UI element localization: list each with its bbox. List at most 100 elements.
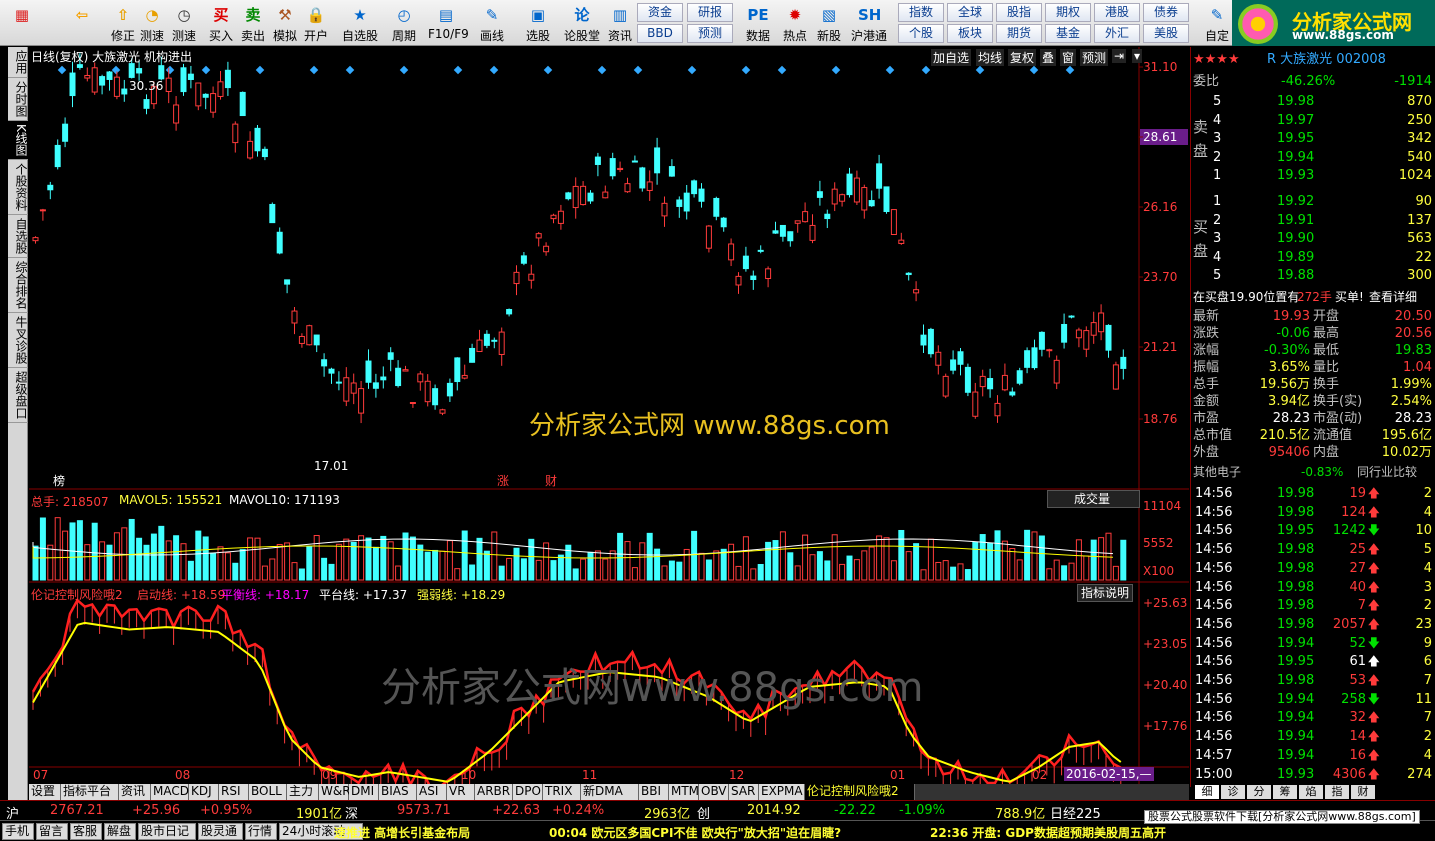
indicator-tab-10[interactable]: BIAS [379,784,417,800]
quote-tab-3[interactable]: 筹 [1273,785,1297,799]
indicator-tab-6[interactable]: BOLL [249,784,287,800]
toolbar-small-button-0[interactable]: 资金 [637,3,683,22]
toolbar-small-button-15[interactable]: 美股 [1143,24,1189,43]
news-button-6[interactable]: 行情 [245,823,277,840]
left-tab-0[interactable]: 应用 [8,47,28,78]
toolbar-button-6[interactable]: 卖卖出 [235,2,271,44]
indicator-tab-21[interactable]: EXPMA [759,784,805,800]
indicator-tab-2[interactable]: 资讯 [119,784,151,800]
toolbar-button-8[interactable]: 🔒 开户 [298,2,334,44]
candle-body [868,200,875,207]
news-button-1[interactable]: 留言 [36,823,68,840]
toolbar-button-20[interactable]: ✎ 自定 [1199,2,1235,44]
toolbar-button-1[interactable]: ⇦ [64,2,100,44]
indicator-tab-9[interactable]: DMI [349,784,379,800]
toolbar-button-5[interactable]: 买买入 [203,2,239,44]
news-button-0[interactable]: 手机 [2,823,34,840]
toolbar-small-button-8[interactable]: 港股 [1094,3,1140,22]
toolbar-small-button-11[interactable]: 板块 [947,24,993,43]
indicator-tab-7[interactable]: 主力 [287,784,319,800]
quote-tab-1[interactable]: 诊 [1221,785,1245,799]
indicator-tab-5[interactable]: RSI [219,784,249,800]
quote-tab-5[interactable]: 指 [1325,785,1349,799]
chart-button-5[interactable]: 预测 [1080,49,1109,66]
indicator-tab-1[interactable]: 指标平台 [61,784,119,800]
news-button-4[interactable]: 股市日记 [138,823,196,840]
toolbar-button-13[interactable]: ▣ 选股 [520,2,556,44]
left-tab-4[interactable]: 自选股 [8,215,28,258]
toolbar-button-9[interactable]: ★ 自选股 [342,2,378,44]
toolbar-button-15[interactable]: ▥ 资讯 [602,2,638,44]
chart-button-2[interactable]: 复权 [1008,49,1037,66]
quote-tab-6[interactable]: 财 [1351,785,1375,799]
toolbar-small-button-4[interactable]: 指数 [898,3,944,22]
indicator-tab-12[interactable]: VR [447,784,475,800]
indicator-tab-8[interactable]: W&R [319,784,351,800]
toolbar-button-18[interactable]: ▧ 新股 [811,2,847,44]
indicator-tab-11[interactable]: ASI [417,784,447,800]
brand-banner[interactable]: 分析家公式网 www.88gs.com [1232,0,1435,46]
news-headline-1[interactable]: 00:04 欧元区多国CPI不佳 欧央行"放大招"迫在眉睫? [549,824,841,841]
toolbar-small-button-7[interactable]: 期权 [1045,3,1091,22]
toolbar-small-button-12[interactable]: 期货 [996,24,1042,43]
toolbar-small-button-3[interactable]: 预测 [687,24,733,43]
quote-tab-0[interactable]: 细 [1195,785,1219,799]
toolbar-small-button-2[interactable]: BBD [637,24,683,43]
left-tab-6[interactable]: 牛叉诊股 [8,313,28,368]
news-button-5[interactable]: 股灵通 [198,823,243,840]
toolbar-button-17[interactable]: ✹ 热点 [777,2,813,44]
toolbar-small-button-9[interactable]: 债券 [1143,3,1189,22]
toolbar-small-button-13[interactable]: 基金 [1045,24,1091,43]
quote-tab-4[interactable]: 焰 [1299,785,1323,799]
notice-link[interactable]: 查看详细 [1369,289,1417,306]
news-headline-2[interactable]: 22:36 开盘: GDP数据超预期美股周五高开 [930,824,1166,841]
left-tab-1[interactable]: 分时图 [8,78,28,121]
toolbar-button-11[interactable]: ▤ F10/F9 [428,2,469,44]
quote-tab-2[interactable]: 分 [1247,785,1271,799]
toolbar-small-button-10[interactable]: 个股 [898,24,944,43]
indicator-tab-22[interactable]: 伦记控制风险哦2 [805,784,915,800]
toolbar-button-14[interactable]: 论论股堂 [564,2,600,44]
toolbar-small-button-5[interactable]: 全球 [947,3,993,22]
indicator-tab-4[interactable]: KDJ [189,784,219,800]
left-tab-5[interactable]: 综合排名 [8,258,28,313]
toolbar-button-0[interactable]: ▦ [4,2,40,44]
chart-button-6[interactable]: ⇥ [1112,49,1127,63]
indicator-tab-15[interactable]: TRIX [543,784,581,800]
main-chart-area[interactable]: 31.10 28.61 26.16 23.70 21.21 18.76 11104 5552 X… [29,47,1189,787]
chart-button-1[interactable]: 均线 [976,49,1005,66]
download-banner[interactable]: 股票公式股票软件下载[分析家公式网www.88gs.com] [1144,810,1420,824]
toolbar-button-4[interactable]: ◷ 测速 [166,2,202,44]
news-button-2[interactable]: 客服 [70,823,102,840]
indicator-help-button[interactable]: 指标说明 [1077,584,1133,602]
indicator-tab-19[interactable]: OBV [699,784,729,800]
chart-button-7[interactable]: ▾ [1132,49,1143,63]
indicator-tab-13[interactable]: ARBR [475,784,513,800]
tick-volume: 1242 [1332,523,1366,539]
toolbar-button-12[interactable]: ✎ 画线 [474,2,510,44]
sector-compare-link[interactable]: 同行业比较 [1357,464,1417,481]
indicator-tab-16[interactable]: 新DMA [581,784,639,800]
indicator-tab-17[interactable]: BBI [639,784,669,800]
indicator-tab-3[interactable]: MACD [151,784,189,800]
toolbar-button-10[interactable]: ◴ 周期 [386,2,422,44]
indicator-tab-0[interactable]: 设置 [29,784,61,800]
toolbar-small-button-14[interactable]: 外汇 [1094,24,1140,43]
toolbar-button-19[interactable]: SH 沪港通 [851,2,887,44]
chart-button-0[interactable]: 加自选 [931,49,972,66]
toolbar-small-button-6[interactable]: 股指 [996,3,1042,22]
indicator-tab-18[interactable]: MTM [669,784,699,800]
chart-button-4[interactable]: 窗 [1060,49,1077,66]
left-tab-3[interactable]: 个股资料 [8,160,28,215]
left-tab-7[interactable]: 超级盘口 [8,368,28,423]
news-headline-0[interactable]: 速推进 高增长引基金布局 [334,824,470,841]
left-tab-2[interactable]: K线图 [8,121,28,160]
volume-selector-button[interactable]: 成交量 [1047,490,1140,508]
chart-button-3[interactable]: 叠 [1040,49,1057,66]
indicator-tab-20[interactable]: SAR [729,784,759,800]
toolbar-button-16[interactable]: PE 数据 [740,2,776,44]
news-button-3[interactable]: 解盘 [104,823,136,840]
toolbar-button-3[interactable]: ◔ 测速 [134,2,170,44]
indicator-tab-14[interactable]: DPO [513,784,543,800]
toolbar-small-button-1[interactable]: 研报 [687,3,733,22]
